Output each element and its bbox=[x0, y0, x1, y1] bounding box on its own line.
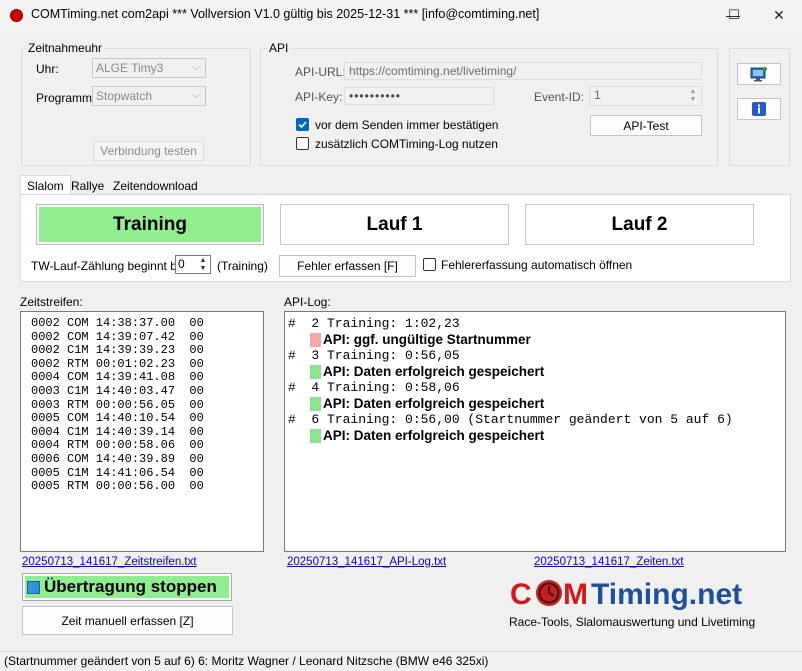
tw-label: TW-Lauf-Zählung beginnt bei: bbox=[31, 259, 190, 273]
api-log-file-link[interactable]: 20250713_141617_API-Log.txt bbox=[287, 556, 446, 568]
training-button[interactable]: Training bbox=[36, 204, 264, 245]
api-url-label: API-URL: bbox=[295, 65, 346, 79]
svg-text:M: M bbox=[563, 578, 588, 611]
event-id-value: 1 bbox=[594, 88, 601, 102]
stop-icon bbox=[27, 580, 40, 594]
status-marker bbox=[310, 365, 321, 379]
spinner-arrows-icon[interactable]: ▲ ▼ bbox=[686, 88, 700, 104]
api-log-result: API: ggf. ungültige Startnummer bbox=[288, 332, 785, 348]
status-marker bbox=[310, 429, 321, 443]
api-log-result: API: Daten erfolgreich gespeichert bbox=[288, 428, 785, 444]
tab-zeitendownload[interactable]: Zeitendownload bbox=[107, 176, 204, 196]
api-log-result-text: API: Daten erfolgreich gespeichert bbox=[323, 428, 545, 443]
api-log-entry-line: # 3 Training: 0:56,05 bbox=[288, 348, 460, 363]
tw-spinner[interactable]: 0 ▲ ▼ bbox=[175, 255, 211, 274]
close-button[interactable]: ✕ bbox=[756, 0, 802, 30]
svg-text:Timing.net: Timing.net bbox=[591, 578, 742, 611]
zeitstreifen-line: 0002 C1M 14:39:39.23 00 bbox=[31, 343, 204, 358]
zeitstreifen-line: 0002 COM 14:39:07.42 00 bbox=[31, 329, 204, 344]
zeitstreifen-file-link[interactable]: 20250713_141617_Zeitstreifen.txt bbox=[22, 556, 197, 568]
api-log-result: API: Daten erfolgreich gespeichert bbox=[288, 396, 785, 412]
zeitstreifen-line: 0002 COM 14:38:37.00 00 bbox=[31, 316, 204, 330]
uhr-label: Uhr: bbox=[36, 62, 59, 76]
api-log-entry-line: # 6 Training: 0:56,00 (Startnummer geänd… bbox=[288, 412, 733, 427]
zeitstreifen-line: 0004 RTM 00:00:58.06 00 bbox=[31, 438, 204, 453]
lauf1-button[interactable]: Lauf 1 bbox=[280, 204, 509, 245]
tw-suffix: (Training) bbox=[217, 259, 268, 273]
api-log-result-text: API: ggf. ungültige Startnummer bbox=[323, 332, 531, 347]
confirm-label: vor dem Senden immer bestätigen bbox=[315, 118, 499, 132]
api-log-result: API: Daten erfolgreich gespeichert bbox=[288, 364, 785, 380]
logo-tagline: Race-Tools, Slalomauswertung und Livetim… bbox=[509, 615, 756, 629]
programm-select-value: Stopwatch bbox=[96, 89, 153, 103]
status-marker bbox=[310, 397, 321, 411]
fehler-erfassen-button[interactable]: Fehler erfassen [F] bbox=[279, 255, 416, 277]
zeitstreifen-line: 0005 RTM 00:00:56.00 00 bbox=[31, 479, 204, 494]
zeitstreifen-line: 0004 COM 14:39:41.08 00 bbox=[31, 370, 204, 385]
monitor-add-button[interactable] bbox=[737, 63, 781, 85]
maximize-button[interactable]: ☐ bbox=[712, 0, 756, 30]
checkmark-icon bbox=[298, 121, 307, 129]
zeitstreifen-label: Zeitstreifen: bbox=[20, 295, 83, 309]
api-log-result-text: API: Daten erfolgreich gespeichert bbox=[323, 364, 545, 379]
fehler-auto-checkbox[interactable] bbox=[423, 258, 436, 271]
comtiming-logo-graphic: C M Timing.net bbox=[510, 578, 742, 611]
api-log-result-text: API: Daten erfolgreich gespeichert bbox=[323, 396, 545, 411]
confirm-checkbox[interactable] bbox=[296, 118, 309, 131]
verbindung-testen-button[interactable]: Verbindung testen bbox=[93, 141, 204, 161]
programm-select[interactable]: Stopwatch ⌵ bbox=[92, 86, 206, 106]
tab-slalom[interactable]: Slalom bbox=[20, 175, 71, 195]
status-bar: (Startnummer geändert von 5 auf 6) 6: Mo… bbox=[0, 651, 802, 671]
uebertragung-stoppen-button[interactable]: Übertragung stoppen bbox=[22, 573, 232, 601]
app-icon bbox=[10, 9, 23, 22]
status-marker bbox=[310, 333, 321, 347]
lauf2-button[interactable]: Lauf 2 bbox=[525, 204, 754, 245]
zeitstreifen-line: 0003 RTM 00:00:56.05 00 bbox=[31, 397, 204, 412]
fehler-auto-label: Fehlererfassung automatisch öffnen bbox=[441, 258, 633, 272]
api-key-label: API-Key: bbox=[295, 90, 343, 104]
api-log-textbox[interactable]: # 2 Training: 1:02,23 API: ggf. ungültige… bbox=[284, 311, 786, 552]
chevron-down-icon: ⌵ bbox=[192, 90, 200, 101]
info-icon bbox=[752, 102, 766, 116]
api-group-label: API bbox=[267, 41, 291, 55]
tw-spinner-value: 0 bbox=[178, 257, 185, 271]
tab-rallye[interactable]: Rallye bbox=[65, 176, 110, 196]
zeit-manuell-button[interactable]: Zeit manuell erfassen [Z] bbox=[22, 606, 233, 635]
spinner-arrows-icon[interactable]: ▲ ▼ bbox=[197, 257, 209, 272]
chevron-down-icon: ⌵ bbox=[192, 62, 200, 73]
zeitstreifen-line: 0002 RTM 00:01:02.23 00 bbox=[31, 356, 204, 371]
zeitstreifen-line: 0003 C1M 14:40:03.47 00 bbox=[31, 383, 204, 398]
api-log-lines: # 2 Training: 1:02,23 API: ggf. ungültige… bbox=[288, 316, 785, 444]
comtiming-logo: C M Timing.net bbox=[510, 574, 790, 617]
zeitstreifen-line: 0005 C1M 14:41:06.54 00 bbox=[31, 465, 204, 480]
zeitnahmeuhr-label: Zeitnahmeuhr bbox=[26, 41, 105, 55]
api-key-field[interactable]: •••••••••• bbox=[344, 87, 494, 105]
programm-label: Programm: bbox=[36, 91, 96, 105]
log-checkbox[interactable] bbox=[296, 137, 309, 150]
zeitstreifen-lines: 0002 COM 14:38:37.00 00 0002 COM 14:39:07… bbox=[31, 316, 263, 494]
event-id-field[interactable]: 1 ▲ ▼ bbox=[589, 86, 702, 106]
api-log-entry-line: # 2 Training: 1:02,23 bbox=[288, 316, 460, 331]
info-button[interactable] bbox=[737, 98, 781, 120]
svg-text:C: C bbox=[510, 578, 532, 611]
api-test-button[interactable]: API-Test bbox=[590, 115, 702, 136]
uhr-select-value: ALGE Timy3 bbox=[96, 61, 164, 75]
zeitstreifen-textbox[interactable]: 0002 COM 14:38:37.00 00 0002 COM 14:39:07… bbox=[20, 311, 264, 552]
zeitstreifen-line: 0005 COM 14:40:10.54 00 bbox=[31, 411, 204, 426]
api-log-label: API-Log: bbox=[284, 295, 331, 309]
event-id-label: Event-ID: bbox=[534, 90, 585, 104]
window-title: COMTiming.net com2api *** Vollversion V1… bbox=[31, 7, 540, 21]
zeiten-file-link[interactable]: 20250713_141617_Zeiten.txt bbox=[534, 556, 684, 568]
api-log-entry-line: # 4 Training: 0:58,06 bbox=[288, 380, 460, 395]
monitor-add-icon bbox=[750, 67, 767, 82]
stop-button-label: Übertragung stoppen bbox=[44, 577, 217, 596]
log-label: zusätzlich COMTiming-Log nutzen bbox=[315, 137, 498, 151]
zeitstreifen-line: 0006 COM 14:40:39.89 00 bbox=[31, 451, 204, 466]
zeitstreifen-line: 0004 C1M 14:40:39.14 00 bbox=[31, 424, 204, 439]
api-url-field[interactable]: https://comtiming.net/livetiming/ bbox=[344, 62, 702, 80]
uhr-select[interactable]: ALGE Timy3 ⌵ bbox=[92, 58, 206, 78]
